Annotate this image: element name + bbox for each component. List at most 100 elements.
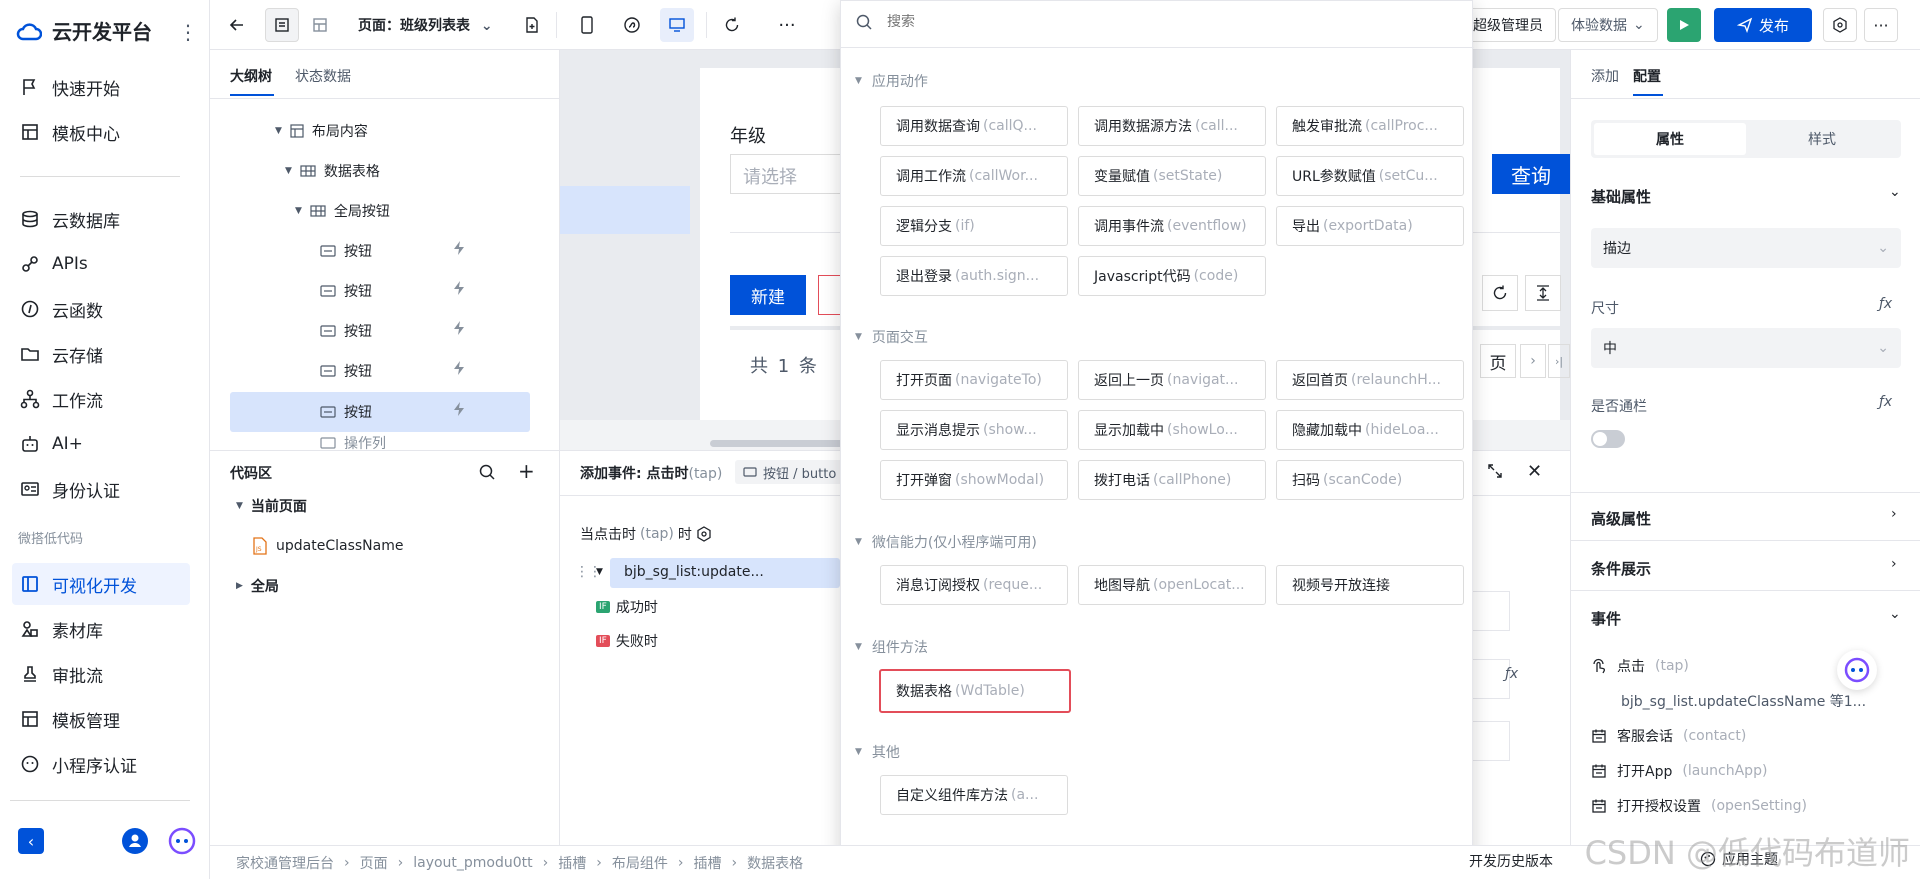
- action-if-branch[interactable]: 逻辑分支 (if): [880, 206, 1068, 246]
- tree-node-button-selected[interactable]: 按钮: [320, 392, 372, 432]
- gear-icon[interactable]: [696, 526, 712, 542]
- sidebar-item-quickstart[interactable]: 快速开始: [12, 66, 190, 108]
- segment-style[interactable]: 样式: [1746, 123, 1898, 155]
- action-trigger-approval[interactable]: 触发审批流 (callProc...: [1276, 106, 1464, 146]
- breadcrumb-item[interactable]: 布局组件: [612, 853, 668, 873]
- action-relaunch-home[interactable]: 返回首页 (relaunchH...: [1276, 360, 1464, 400]
- action-sign-out[interactable]: 退出登录 (auth.sign...: [880, 256, 1068, 296]
- assistant-robot-icon[interactable]: [168, 827, 196, 855]
- dev-history-link[interactable]: 开发历史版本: [1465, 851, 1553, 871]
- user-avatar[interactable]: [122, 828, 148, 854]
- lightning-icon[interactable]: [452, 401, 466, 417]
- tab-config[interactable]: 配置: [1633, 66, 1661, 86]
- page-list-icon[interactable]: [265, 8, 299, 42]
- action-javascript-code[interactable]: Javascript代码 (code): [1078, 256, 1266, 296]
- breadcrumb-item[interactable]: 数据表格: [747, 853, 803, 873]
- sidebar-item-apis[interactable]: APIs: [12, 243, 190, 285]
- expand-icon[interactable]: [1487, 463, 1503, 479]
- data-mode-selector[interactable]: 体验数据 ⌄: [1558, 8, 1658, 42]
- group-page-interaction[interactable]: ▼ 页面交互: [855, 327, 928, 347]
- breadcrumb-item[interactable]: 插槽: [693, 853, 721, 873]
- action-wdtable-method[interactable]: 数据表格 (WdTable): [879, 669, 1071, 713]
- basic-properties-header[interactable]: 基础属性: [1591, 186, 1651, 207]
- action-show-modal[interactable]: 打开弹窗 (showModal): [880, 460, 1068, 500]
- table-refresh-icon[interactable]: [1482, 275, 1518, 311]
- lightning-icon[interactable]: [452, 240, 466, 256]
- add-icon[interactable]: +: [518, 459, 535, 483]
- fx-icon[interactable]: ƒx: [1505, 666, 1518, 682]
- breadcrumb-item[interactable]: 家校通管理后台: [236, 853, 334, 873]
- action-show-toast[interactable]: 显示消息提示 (show...: [880, 410, 1068, 450]
- tree-node-button[interactable]: 按钮: [320, 231, 372, 271]
- action-channels-link[interactable]: 视频号开放连接: [1276, 565, 1464, 605]
- action-open-location[interactable]: 地图导航 (openLocat...: [1078, 565, 1266, 605]
- size-select[interactable]: 中 ⌄: [1591, 328, 1901, 368]
- publish-button[interactable]: 发布: [1714, 8, 1812, 42]
- component-layout-icon[interactable]: [303, 8, 337, 42]
- event-item-opensetting[interactable]: 打开授权设置 (openSetting): [1591, 796, 1807, 816]
- mobile-view-icon[interactable]: [570, 8, 604, 42]
- more-options-icon[interactable]: ···: [1864, 8, 1898, 42]
- event-item-tap[interactable]: 点击 (tap): [1591, 656, 1689, 676]
- sidebar-item-functions[interactable]: 云函数: [12, 288, 190, 330]
- action-export-data[interactable]: 导出 (exportData): [1276, 206, 1464, 246]
- event-item-launchapp[interactable]: 打开App (launchApp): [1591, 761, 1767, 781]
- sidebar-item-auth[interactable]: 身份认证: [12, 468, 190, 510]
- group-wechat-abilities[interactable]: ▼ 微信能力(仅小程序端可用): [855, 532, 1037, 552]
- fx-icon[interactable]: ƒx: [1879, 296, 1892, 312]
- fx-icon[interactable]: ƒx: [1879, 394, 1892, 410]
- event-item-contact[interactable]: 客服会话 (contact): [1591, 726, 1746, 746]
- refresh-icon[interactable]: [715, 8, 749, 42]
- sidebar-item-workflow[interactable]: 工作流: [12, 378, 190, 420]
- sidebar-item-storage[interactable]: 云存储: [12, 333, 190, 375]
- success-branch[interactable]: IF 成功时: [596, 597, 658, 617]
- tree-node-table[interactable]: ▼ 数据表格: [285, 151, 380, 191]
- desktop-view-icon[interactable]: [660, 8, 694, 42]
- tab-state-data[interactable]: 状态数据: [295, 66, 351, 86]
- border-style-select[interactable]: 描边 ⌄: [1591, 228, 1901, 268]
- sidebar-item-ai[interactable]: AI+: [12, 423, 190, 465]
- collapse-sidebar-icon[interactable]: ‹: [18, 828, 44, 854]
- chevron-down-icon[interactable]: ⌄: [1889, 606, 1901, 622]
- tree-node-action-column[interactable]: 操作列: [320, 435, 386, 450]
- action-call-phone[interactable]: 拨打电话 (callPhone): [1078, 460, 1266, 500]
- tap-event-detail[interactable]: bjb_sg_list.updateClassName 等1...: [1621, 691, 1866, 711]
- action-request-subscribe[interactable]: 消息订阅授权 (reque...: [880, 565, 1068, 605]
- events-header[interactable]: 事件: [1591, 608, 1621, 629]
- action-show-loading[interactable]: 显示加载中 (showLo...: [1078, 410, 1266, 450]
- block-toggle[interactable]: [1591, 430, 1625, 448]
- action-scan-code[interactable]: 扫码 (scanCode): [1276, 460, 1464, 500]
- breadcrumb-item[interactable]: layout_pmodu0tt: [413, 855, 532, 871]
- tree-node-layout[interactable]: ▼ 布局内容: [275, 111, 368, 151]
- action-custom-component-method[interactable]: 自定义组件库方法 (a...: [880, 775, 1068, 815]
- code-tree-global[interactable]: ▶ 全局: [236, 566, 279, 606]
- chevron-right-icon[interactable]: ›: [1891, 556, 1897, 572]
- caret-down-icon[interactable]: ▼: [596, 567, 603, 577]
- group-component-methods[interactable]: ▼ 组件方法: [855, 637, 928, 657]
- page-selector[interactable]: 页面：班级列表表 ⌄: [358, 15, 493, 35]
- action-search-input[interactable]: [887, 14, 1407, 30]
- action-search[interactable]: [855, 13, 1407, 31]
- code-file-item[interactable]: JS updateClassName: [252, 526, 403, 566]
- more-horizontal-icon[interactable]: ···: [770, 8, 804, 42]
- sidebar-item-database[interactable]: 云数据库: [12, 198, 190, 240]
- role-selector[interactable]: 超级管理员: [1460, 8, 1556, 42]
- sidebar-item-miniprogram[interactable]: 小程序认证: [12, 743, 190, 785]
- action-call-datasource-method[interactable]: 调用数据源方法 (call...: [1078, 106, 1266, 146]
- preview-play-button[interactable]: [1667, 8, 1701, 42]
- group-others[interactable]: ▼ 其他: [855, 742, 900, 762]
- tree-node-button[interactable]: 按钮: [320, 311, 372, 351]
- fail-branch[interactable]: IF 失败时: [596, 631, 658, 651]
- lightning-icon[interactable]: [452, 320, 466, 336]
- action-set-state[interactable]: 变量赋值 (setState): [1078, 156, 1266, 196]
- close-icon[interactable]: ✕: [1527, 461, 1542, 482]
- page-size-select[interactable]: 页: [1480, 344, 1516, 378]
- segment-properties[interactable]: 属性: [1594, 123, 1746, 155]
- group-app-actions[interactable]: ▼ 应用动作: [855, 71, 928, 91]
- grade-select[interactable]: 请选择: [730, 154, 850, 194]
- sidebar-item-approval[interactable]: 审批流: [12, 653, 190, 695]
- lightning-icon[interactable]: [452, 360, 466, 376]
- sidebar-item-materials[interactable]: 素材库: [12, 608, 190, 650]
- action-call-workflow[interactable]: 调用工作流 (callWor...: [880, 156, 1068, 196]
- sidebar-item-visual-dev[interactable]: 可视化开发: [12, 563, 190, 605]
